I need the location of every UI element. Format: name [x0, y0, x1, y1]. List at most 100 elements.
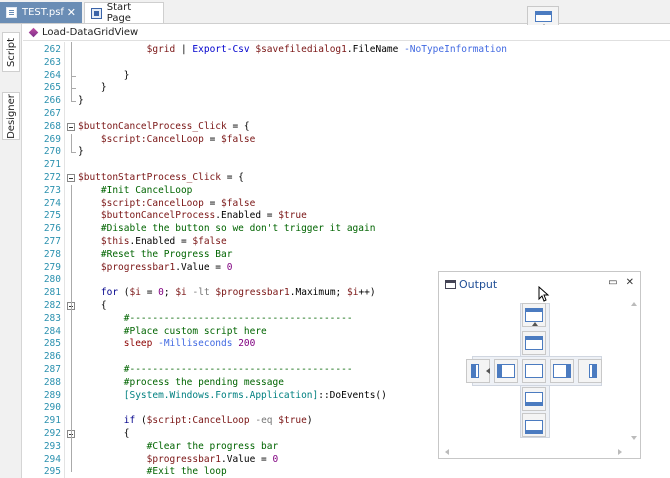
code-token: .Maximum;: [289, 287, 347, 299]
code-token: ): [306, 415, 313, 427]
line-number: 288: [43, 376, 61, 388]
code-token: #Reset the Progress Bar: [100, 248, 233, 260]
code-token: }: [78, 82, 107, 94]
code-token: $progressbar1: [215, 287, 290, 299]
line-number: 275: [43, 210, 61, 222]
dock-left-inner-button[interactable]: [494, 359, 518, 383]
dock-top-inner-window-icon: [525, 336, 543, 350]
code-line: #Init CancelLoop: [78, 185, 193, 198]
code-token: $buttonStartProcess_Click: [78, 172, 221, 183]
line-number: 292: [43, 428, 61, 439]
scroll-right-icon[interactable]: [618, 449, 622, 455]
code-token: #Clear the progress bar: [146, 440, 279, 452]
code-token: $progressbar1: [100, 261, 176, 273]
code-token: $progressbar1: [146, 453, 221, 465]
code-line: $buttonStartProcess_Click = {: [78, 172, 244, 185]
scroll-up-icon[interactable]: [631, 302, 637, 306]
line-number: 270: [43, 146, 61, 158]
dock-top-window-icon: [525, 308, 543, 322]
line-number: 266: [43, 95, 61, 107]
dock-right-inner-window-icon: [553, 364, 571, 378]
side-tab-designer[interactable]: Designer: [2, 92, 20, 140]
dock-bottom-inner-button[interactable]: [522, 387, 546, 411]
code-token: $false: [221, 197, 256, 209]
line-number: 263: [43, 56, 61, 68]
line-number: 291: [43, 415, 61, 427]
code-token: $true: [278, 415, 307, 427]
code-token: }: [78, 69, 130, 81]
line-number: 278: [43, 248, 61, 260]
code-line: $buttonCancelProcess_Click = {: [78, 121, 250, 134]
pin-icon[interactable]: ▭: [608, 277, 617, 288]
dock-top-inner-button[interactable]: [522, 331, 546, 355]
dock-center-button[interactable]: [522, 359, 546, 383]
fold-guide: [71, 184, 72, 473]
line-number: 287: [43, 364, 61, 375]
line-number: 286: [43, 351, 61, 363]
code-line: #Place custom script here: [78, 326, 267, 339]
code-token: #---------------------------------------: [123, 312, 353, 324]
mouse-cursor-icon: [538, 286, 550, 302]
line-number: 271: [43, 159, 61, 171]
line-number: 272: [43, 172, 61, 183]
dock-left-arrow-icon: [486, 368, 490, 374]
code-token: -NoTypeInformation: [404, 44, 508, 55]
side-tab-script[interactable]: Script: [2, 32, 20, 72]
dock-bottom-button[interactable]: [522, 413, 546, 437]
line-number: 267: [43, 108, 61, 119]
code-token: (: [135, 415, 147, 427]
code-line: #Reset the Progress Bar: [78, 248, 233, 262]
line-number: 281: [43, 287, 61, 299]
fold-toggle-icon[interactable]: [67, 122, 75, 131]
scroll-down-icon[interactable]: [631, 436, 637, 440]
close-icon[interactable]: ✕: [626, 277, 634, 288]
code-line: {: [78, 428, 130, 441]
fold-toggle-icon[interactable]: [67, 174, 75, 182]
dock-right-inner-button[interactable]: [550, 359, 574, 383]
line-number: 284: [43, 325, 61, 337]
tab-test-psf[interactable]: TEST.psf ✕: [0, 2, 82, 23]
dock-right-button[interactable]: [578, 359, 602, 383]
line-number: 268: [43, 120, 61, 132]
code-token: -eq: [255, 415, 273, 427]
line-number: 279: [43, 261, 61, 273]
scroll-left-icon[interactable]: [445, 449, 449, 455]
fold-end-marker: [71, 101, 76, 103]
line-number: 289: [43, 389, 61, 401]
function-dropdown[interactable]: Load-DataGridView: [23, 25, 670, 41]
code-token: #Exit the loop: [146, 466, 227, 478]
code-line: #Disable the button so we don't trigger …: [78, 223, 376, 236]
line-number: 290: [43, 402, 61, 414]
vertical-scrollbar[interactable]: [628, 296, 640, 446]
dock-left-inner-window-icon: [497, 364, 515, 378]
code-token: .Enabled =: [215, 210, 279, 222]
close-tab-icon[interactable]: ✕: [67, 6, 76, 19]
line-number-gutter: 262 263 264 265 266 267 268 269 270 271 272 273 274 2…: [23, 42, 65, 478]
horizontal-scrollbar[interactable]: [439, 446, 628, 458]
code-token: .Value =: [175, 261, 227, 273]
code-token: = {: [221, 172, 244, 183]
dock-center-window-icon: [525, 364, 543, 378]
start-page-icon: [91, 7, 102, 19]
code-line: [System.Windows.Forms.Application]::DoEv…: [78, 390, 387, 403]
tab-start-page[interactable]: Start Page: [84, 2, 164, 24]
code-line: $grid | Export-Csv $savefiledialog1.File…: [78, 44, 507, 57]
code-token: $false: [221, 133, 256, 145]
dock-bottom-inner-window-icon: [525, 392, 543, 406]
code-token: $true: [278, 210, 307, 222]
code-token: $buttonCancelProcess: [100, 210, 216, 222]
line-number: 265: [43, 82, 61, 94]
code-line: }: [78, 82, 107, 95]
tab-test-psf-label: TEST.psf: [22, 7, 64, 18]
code-token: $script:CancelLoop: [100, 197, 204, 209]
code-line: }: [78, 69, 130, 83]
code-token: sleep: [123, 338, 153, 350]
